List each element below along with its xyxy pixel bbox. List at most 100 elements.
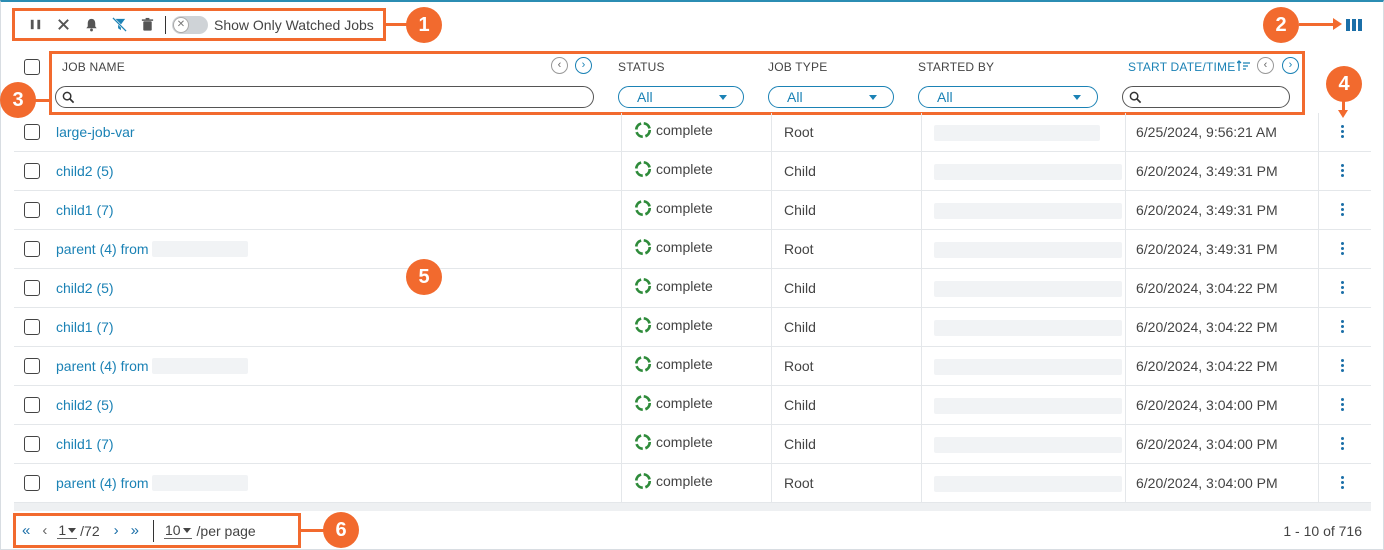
annotation-marker-5: 5 [406,259,442,295]
per-page-select[interactable]: 10 [163,522,192,539]
trash-icon[interactable] [133,12,161,38]
per-page-value: 10 [164,522,181,538]
table-row[interactable]: parent (4) from complete Root 6/20/2024,… [14,464,1371,503]
table-row[interactable]: parent (4) from complete Root 6/20/2024,… [14,230,1371,269]
row-actions-icon[interactable] [1338,320,1346,336]
prev-page-icon[interactable]: ‹ [36,522,53,539]
row-checkbox[interactable] [24,241,40,257]
annotation-marker-4: 4 [1326,66,1362,102]
job-name-link[interactable]: child1 (7) [56,319,114,335]
job-name-link[interactable]: parent (4) from [56,475,149,491]
status-filter-select[interactable]: All [618,86,744,108]
chevron-right-icon[interactable]: › [1282,57,1299,74]
status-cell: complete [634,472,713,490]
row-actions-icon[interactable] [1338,398,1346,414]
job-name-link[interactable]: child1 (7) [56,436,114,452]
column-divider [1125,152,1126,190]
row-actions-icon[interactable] [1338,125,1346,141]
column-header-started-by[interactable]: STARTED BY [918,60,994,74]
column-divider [1318,386,1319,424]
row-actions-icon[interactable] [1338,164,1346,180]
row-actions-icon[interactable] [1338,203,1346,219]
column-header-job-name[interactable]: JOB NAME [62,60,125,74]
column-header-job-type[interactable]: JOB TYPE [768,60,827,74]
per-page-label: /per page [196,522,256,539]
job-name-link[interactable]: child2 (5) [56,280,114,296]
started-by-filter-select[interactable]: All [918,86,1098,108]
start-date-search-input[interactable] [1122,86,1290,108]
sort-ascending-icon[interactable] [1236,59,1251,71]
watched-jobs-toggle[interactable]: ✕ [172,15,208,34]
row-actions-icon[interactable] [1338,359,1346,375]
column-divider [921,269,922,307]
row-actions-icon[interactable] [1338,281,1346,297]
row-actions-icon[interactable] [1338,242,1346,258]
column-divider [921,347,922,385]
page-select[interactable]: 1 [57,522,78,539]
job-type-filter-select[interactable]: All [768,86,894,108]
column-header-status[interactable]: STATUS [618,60,665,74]
marker-2-arrowhead [1333,18,1342,30]
row-checkbox[interactable] [24,124,40,140]
job-name-link[interactable]: child2 (5) [56,397,114,413]
started-by-value [934,164,1122,180]
columns-icon[interactable] [1346,17,1364,33]
row-checkbox[interactable] [24,397,40,413]
column-divider [921,386,922,424]
close-icon[interactable] [49,12,77,38]
status-text: complete [656,317,713,333]
table-row[interactable]: child2 (5) complete Child 6/20/2024, 3:0… [14,269,1371,308]
job-name-link[interactable]: large-job-var [56,124,135,140]
row-checkbox[interactable] [24,202,40,218]
table-row[interactable]: parent (4) from complete Root 6/20/2024,… [14,347,1371,386]
job-name-search-input[interactable] [55,86,594,108]
status-complete-icon [634,316,652,334]
status-complete-icon [634,472,652,490]
job-name-link[interactable]: parent (4) from [56,358,149,374]
table-row[interactable]: large-job-var complete Root 6/25/2024, 9… [14,113,1371,152]
column-header-start-datetime[interactable]: START DATE/TIME [1128,60,1235,74]
pause-icon[interactable] [21,12,49,38]
table-row[interactable]: child1 (7) complete Child 6/20/2024, 3:4… [14,191,1371,230]
job-name-link[interactable]: child1 (7) [56,202,114,218]
status-cell: complete [634,238,713,256]
next-page-icon[interactable]: › [108,522,125,539]
results-count: 1 - 10 of 716 [1283,523,1362,539]
table-row[interactable]: child1 (7) complete Child 6/20/2024, 3:0… [14,308,1371,347]
started-by-value [934,320,1122,336]
column-divider [771,386,772,424]
row-checkbox[interactable] [24,319,40,335]
last-page-icon[interactable]: » [125,522,145,539]
table-row[interactable]: child2 (5) complete Child 6/20/2024, 3:0… [14,386,1371,425]
column-divider [621,269,622,307]
table-row[interactable]: child2 (5) complete Child 6/20/2024, 3:4… [14,152,1371,191]
row-checkbox[interactable] [24,436,40,452]
select-all-checkbox[interactable] [24,59,40,75]
status-cell: complete [634,355,713,373]
total-pages: /72 [80,522,100,539]
chevron-left-icon[interactable]: ‹ [1257,57,1274,74]
status-text: complete [656,122,713,138]
toggle-off-icon: ✕ [173,16,189,33]
start-date-text: 6/20/2024, 3:04:00 PM [1136,475,1278,491]
column-divider [1125,113,1126,151]
first-page-icon[interactable]: « [16,522,36,539]
bell-icon[interactable] [77,12,105,38]
status-cell: complete [634,199,713,217]
filter-clear-icon[interactable] [105,12,133,38]
job-name-link[interactable]: parent (4) from [56,241,149,257]
job-name-link[interactable]: child2 (5) [56,163,114,179]
row-checkbox[interactable] [24,358,40,374]
row-checkbox[interactable] [24,280,40,296]
chevron-right-icon[interactable]: › [575,57,592,74]
row-checkbox[interactable] [24,475,40,491]
horizontal-scrollbar[interactable] [14,503,1371,511]
row-actions-icon[interactable] [1338,437,1346,453]
started-by-value [934,398,1122,414]
row-actions-icon[interactable] [1338,476,1346,492]
table-row[interactable]: child1 (7) complete Child 6/20/2024, 3:0… [14,425,1371,464]
status-complete-icon [634,277,652,295]
job-type-text: Root [784,475,814,491]
chevron-left-icon[interactable]: ‹ [551,57,568,74]
row-checkbox[interactable] [24,163,40,179]
